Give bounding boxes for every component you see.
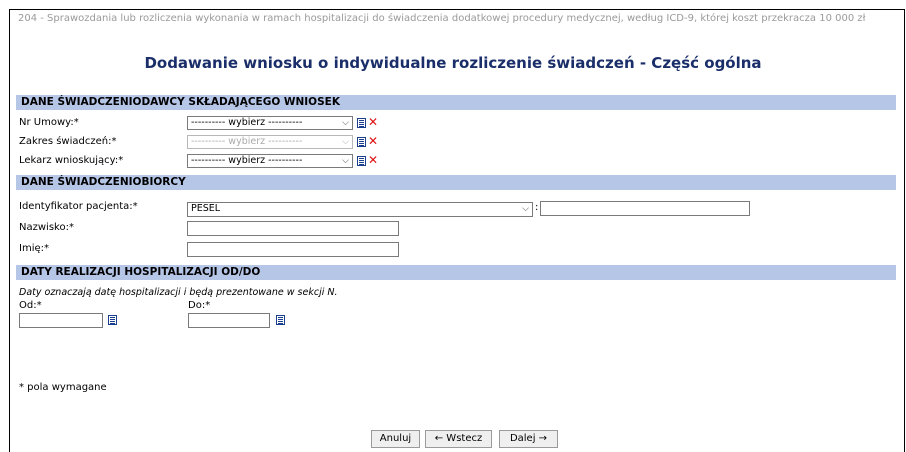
lekarz-select[interactable]: ---------- wybierz ---------- ⌵ [187,154,353,168]
imie-label: Imię:* [19,243,49,254]
page-title: Dodawanie wniosku o indywidualne rozlicz… [144,54,762,72]
required-fields-note: * pola wymagane [19,382,107,393]
chevron-down-icon: ⌵ [342,118,349,128]
chevron-down-icon: ⌵ [522,204,529,214]
nr-umowy-select[interactable]: ---------- wybierz ---------- ⌵ [187,116,353,130]
identyfikator-input[interactable] [540,201,750,216]
lekarz-label: Lekarz wnioskujący:* [19,155,124,166]
identyfikator-select[interactable]: PESEL ⌵ [187,202,533,217]
zakres-select-value: ---------- wybierz ---------- [191,136,303,147]
chevron-down-icon: ⌵ [342,156,349,166]
cancel-button[interactable]: Anuluj [371,430,420,448]
chevron-down-icon: ⌵ [342,137,349,147]
zakres-label: Zakres świadczeń:* [19,136,117,147]
list-icon[interactable] [357,137,366,147]
section-header-patient: DANE ŚWIADCZENIOBIORCY [16,175,896,190]
dates-note: Daty oznaczają datę hospitalizacji i będ… [19,287,338,298]
nazwisko-label: Nazwisko:* [19,222,74,233]
form-frame [9,9,905,452]
back-button[interactable]: ← Wstecz [425,430,492,448]
section-header-dates: DATY REALIZACJI HOSPITALIZACJI OD/DO [16,265,896,280]
nazwisko-input[interactable] [187,221,399,236]
form-type-note: 204 - Sprawozdania lub rozliczenia wykon… [18,13,866,24]
list-icon[interactable] [357,156,366,166]
calendar-icon[interactable] [108,315,117,325]
nr-umowy-label: Nr Umowy:* [19,117,79,128]
clear-icon[interactable]: ✕ [368,154,378,166]
do-date-input[interactable] [188,313,270,328]
next-button[interactable]: Dalej → [499,430,558,448]
calendar-icon[interactable] [276,315,285,325]
section-header-provider: DANE ŚWIADCZENIODAWCY SKŁADAJĄCEGO WNIOS… [16,95,896,110]
clear-icon[interactable]: ✕ [368,116,378,128]
lekarz-select-value: ---------- wybierz ---------- [191,155,303,166]
zakres-select[interactable]: ---------- wybierz ---------- ⌵ [187,135,353,149]
od-date-input[interactable] [19,313,103,328]
do-label: Do:* [188,300,211,311]
identyfikator-select-value: PESEL [191,203,221,214]
list-icon[interactable] [357,118,366,128]
od-label: Od:* [19,300,42,311]
identyfikator-label: Identyfikator pacjenta:* [19,201,138,212]
identyfikator-colon: : [535,202,539,213]
clear-icon[interactable]: ✕ [368,135,378,147]
imie-input[interactable] [187,242,399,257]
nr-umowy-select-value: ---------- wybierz ---------- [191,117,303,128]
